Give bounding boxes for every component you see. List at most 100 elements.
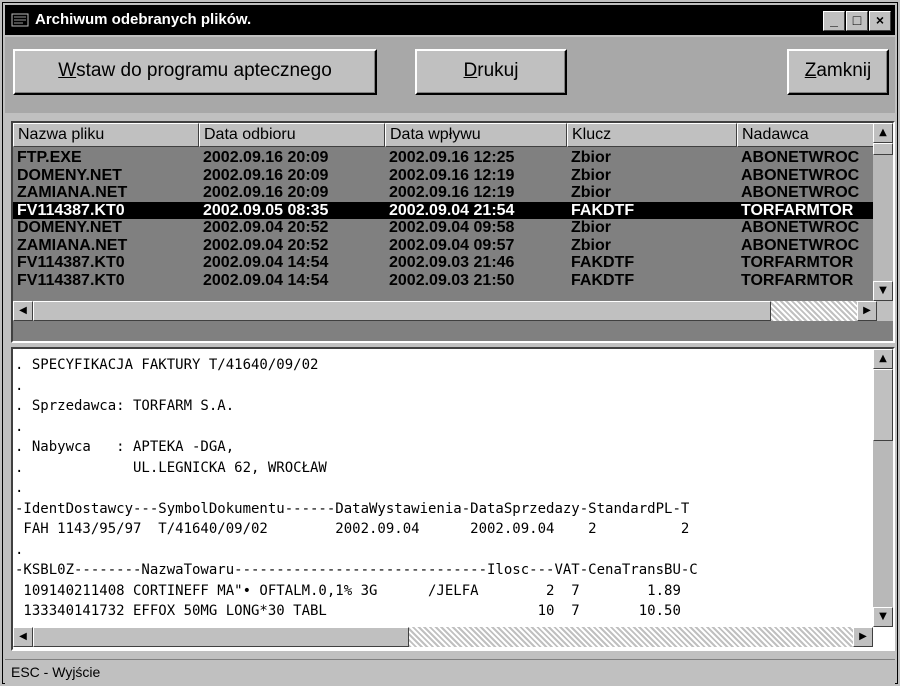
column-header-sender[interactable]: Nadawca	[737, 123, 877, 147]
table-cell: 2002.09.04 20:52	[203, 236, 329, 254]
doc-hscroll-thumb[interactable]	[33, 627, 409, 647]
insert-label: staw do programu aptecznego	[76, 60, 332, 81]
list-hscroll-thumb[interactable]	[33, 301, 771, 321]
table-cell: Zbior	[571, 219, 611, 236]
table-cell: 2002.09.04 20:52	[203, 219, 329, 236]
main-window: Archiwum odebranych plików. _ □ × Wstaw …	[2, 2, 898, 684]
table-cell: TORFARMTOR	[741, 254, 854, 271]
table-cell: ZAMIANA.NET	[17, 236, 128, 254]
close-mnemonic: Z	[804, 60, 817, 81]
document-line: . Sprzedawca: TORFARM S.A.	[15, 398, 235, 414]
table-cell: Zbior	[571, 184, 611, 201]
document-line: .	[15, 541, 24, 558]
table-row[interactable]: FV114387.KT0 2002.09.04 14:54 2002.09.03 2…	[13, 272, 877, 289]
table-cell: 2002.09.05 08:35	[203, 201, 329, 219]
table-cell: FAKDTF	[571, 271, 635, 289]
table-cell: Zbior	[571, 236, 611, 254]
scroll-right-arrow-icon[interactable]: ▶	[857, 301, 877, 321]
table-cell: ABONETWROC	[741, 166, 860, 184]
table-cell: TORFARMTOR	[741, 271, 854, 289]
table-cell: FV114387.KT0	[17, 201, 125, 219]
table-cell: 2002.09.03 21:46	[389, 254, 515, 271]
print-label: rukuj	[477, 60, 519, 81]
close-label: amknij	[816, 60, 872, 81]
table-cell: DOMENY.NET	[17, 166, 122, 184]
column-header-filename[interactable]: Nazwa pliku	[13, 123, 199, 147]
print-mnemonic: D	[463, 60, 478, 81]
list-scroll-thumb[interactable]	[873, 143, 893, 155]
scroll-left-arrow-icon[interactable]: ◀	[13, 301, 33, 321]
scroll-up-arrow-icon[interactable]: ▲	[873, 123, 893, 143]
document-line: .	[15, 418, 24, 435]
table-cell: 2002.09.04 14:54	[203, 271, 329, 289]
app-icon	[11, 13, 29, 27]
document-line: FAH 1143/95/97 T/41640/09/02 2002.09.04 …	[15, 521, 690, 537]
table-cell: ABONETWROC	[741, 184, 860, 201]
table-cell: FTP.EXE	[17, 149, 82, 166]
close-window-button[interactable]: ×	[869, 11, 891, 31]
table-cell: Zbior	[571, 149, 611, 166]
document-line: .	[15, 480, 24, 496]
table-cell: FV114387.KT0	[17, 271, 125, 289]
table-cell: 2002.09.04 09:58	[389, 219, 515, 236]
table-cell: ZAMIANA.NET	[17, 184, 128, 201]
document-line: .	[15, 377, 24, 394]
status-bar: ESC - Wyjście	[5, 659, 895, 684]
table-row[interactable]: DOMENY.NET 2002.09.16 20:09 2002.09.16 12:…	[13, 167, 877, 184]
column-header-arrival-date[interactable]: Data wpływu	[385, 123, 567, 147]
document-line: -IdentDostawcy---SymbolDokumentu------Da…	[15, 500, 690, 517]
table-cell: ABONETWROC	[741, 236, 860, 254]
doc-scroll-up-arrow-icon[interactable]: ▲	[873, 349, 893, 369]
minimize-button[interactable]: _	[823, 11, 845, 31]
list-horizontal-scrollbar[interactable]: ◀ ▶	[13, 301, 877, 321]
document-line: 109140211408 CORTINEFF MA"• OFTALM.0,1% …	[15, 582, 681, 599]
table-cell: 2002.09.16 20:09	[203, 166, 329, 184]
title-bar[interactable]: Archiwum odebranych plików. _ □ ×	[5, 5, 895, 35]
doc-scroll-down-arrow-icon[interactable]: ▼	[873, 607, 893, 627]
table-cell: 2002.09.04 21:54	[389, 201, 515, 219]
scroll-down-arrow-icon[interactable]: ▼	[873, 281, 893, 301]
maximize-button[interactable]: □	[846, 11, 868, 31]
table-row[interactable]: FTP.EXE 2002.09.16 20:09 2002.09.16 12:25 Z…	[13, 149, 877, 166]
table-cell: ABONETWROC	[741, 149, 860, 166]
file-list[interactable]: Nazwa pliku Data odbioru Data wpływu Klu…	[11, 121, 895, 343]
doc-horizontal-scrollbar[interactable]: ◀ ▶	[13, 627, 873, 647]
table-cell: FAKDTF	[571, 254, 635, 271]
toolbar: Wstaw do programu aptecznego Drukuj Zamk…	[5, 37, 895, 113]
doc-vertical-scrollbar[interactable]: ▲ ▼	[873, 349, 893, 627]
table-row[interactable]: DOMENY.NET 2002.09.04 20:52 2002.09.04 09:…	[13, 219, 877, 236]
table-row[interactable]: ZAMIANA.NET 2002.09.04 20:52 2002.09.04 09…	[13, 237, 877, 254]
table-cell: 2002.09.16 20:09	[203, 184, 329, 201]
document-line: . Nabywca : APTEKA -DGA,	[15, 439, 235, 455]
print-button[interactable]: Drukuj	[415, 49, 567, 95]
doc-scroll-left-arrow-icon[interactable]: ◀	[13, 627, 33, 647]
table-cell: 2002.09.03 21:50	[389, 271, 515, 289]
doc-scroll-right-arrow-icon[interactable]: ▶	[853, 627, 873, 647]
window-title: Archiwum odebranych plików.	[35, 11, 252, 28]
table-cell: 2002.09.16 12:19	[389, 184, 515, 201]
table-cell: 2002.09.04 09:57	[389, 236, 515, 254]
table-cell: 2002.09.04 14:54	[203, 254, 329, 271]
table-cell: FAKDTF	[571, 201, 635, 219]
table-cell: Zbior	[571, 166, 611, 184]
document-line: 133340141732 EFFOX 50MG LONG*30 TABL 10 …	[15, 603, 681, 619]
table-cell: 2002.09.16 12:19	[389, 166, 515, 184]
column-header-received-date[interactable]: Data odbioru	[199, 123, 385, 147]
document-line: . UL.LEGNICKA 62, WROCŁAW	[15, 459, 327, 476]
doc-scroll-thumb[interactable]	[873, 369, 893, 441]
table-cell: 2002.09.16 12:25	[389, 149, 515, 166]
insert-mnemonic: W	[58, 60, 77, 81]
table-cell: DOMENY.NET	[17, 219, 122, 236]
column-header-key[interactable]: Klucz	[567, 123, 737, 147]
close-button[interactable]: Zamknij	[787, 49, 889, 95]
document-line: . SPECYFIKACJA FAKTURY T/41640/09/02	[15, 357, 319, 373]
table-row[interactable]: FV114387.KT0 2002.09.04 14:54 2002.09.03 2…	[13, 254, 877, 271]
table-row[interactable]: ZAMIANA.NET 2002.09.16 20:09 2002.09.16 12…	[13, 184, 877, 201]
document-preview[interactable]: . SPECYFIKACJA FAKTURY T/41640/09/02. . S…	[11, 347, 895, 651]
table-cell: ABONETWROC	[741, 219, 860, 236]
table-cell: FV114387.KT0	[17, 254, 125, 271]
insert-into-pharmacy-button[interactable]: Wstaw do programu aptecznego	[13, 49, 377, 95]
document-line: -KSBL0Z--------NazwaTowaru--------------…	[15, 562, 698, 578]
list-vertical-scrollbar[interactable]: ▲ ▼	[873, 123, 893, 301]
table-row[interactable]: FV114387.KT0 2002.09.05 08:35 2002.09.04 2…	[13, 201, 877, 219]
